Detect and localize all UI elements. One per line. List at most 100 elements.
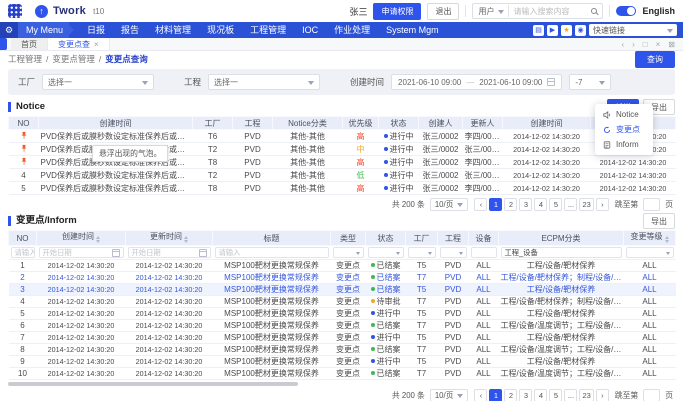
notice-table-row[interactable]: PVD保养后或膜秒数设定标准保养后或膜秒... T6 PVD 其他-其他 高 进… (9, 130, 676, 143)
nav-item[interactable]: 报告 (113, 22, 147, 38)
notice-table-row[interactable]: 5 PVD保养后或膜秒数设定标准保养后或膜秒... T8 PVD 其他-其他 高… (9, 182, 676, 195)
prev-tab-icon[interactable]: ‹ (621, 40, 624, 49)
factory-select[interactable]: 选择一 (42, 74, 154, 90)
pager-prev-button[interactable]: ‹ (474, 198, 487, 211)
ecpm-filter-input[interactable]: 工程_设备 (501, 247, 622, 258)
nav-item[interactable]: IOC (294, 22, 326, 38)
pager-next-button[interactable]: › (596, 198, 609, 211)
notice-title-cell[interactable]: PVD保养后或膜秒数设定标准保养后或膜秒... (39, 130, 193, 143)
nav-item[interactable]: System Mgm (378, 22, 447, 38)
restore-icon[interactable]: □ (643, 40, 648, 49)
tab-change-query[interactable]: 变更点查 × (48, 38, 110, 50)
page-button[interactable]: 4 (534, 389, 547, 401)
page-button[interactable]: 5 (549, 198, 562, 211)
change-table-row[interactable]: 4 2014-12-02 14:30:20 2014-12-02 14:30:2… (9, 296, 676, 308)
menu-item-inform[interactable]: Inform (595, 137, 653, 152)
nav-item[interactable]: 材料管理 (147, 22, 199, 38)
factory-filter-select[interactable] (408, 247, 436, 258)
message-icon[interactable]: ▤ (533, 25, 544, 36)
pager-prev-button[interactable]: ‹ (474, 389, 487, 401)
my-menu-button[interactable]: My Menu (18, 22, 69, 38)
sort-icon[interactable] (184, 234, 188, 245)
title-cell[interactable]: MSP100靶材更换常规保养 (213, 272, 331, 284)
gear-icon[interactable]: ⚙ (0, 22, 18, 38)
page-size-select[interactable]: 10/页 (430, 389, 469, 401)
equipment-filter-input[interactable] (471, 247, 497, 258)
change-table-row[interactable]: 8 2014-12-02 14:30:20 2014-12-02 14:30:2… (9, 344, 676, 356)
export-button[interactable]: 导出 (643, 213, 675, 229)
title-cell[interactable]: MSP100靶材更换常规保养 (213, 344, 331, 356)
apply-permission-button[interactable]: 申请权限 (373, 3, 421, 20)
play-icon[interactable]: ▶ (547, 25, 558, 36)
notice-title-cell[interactable]: PVD保养后或膜秒数设定标准保养后或膜秒... (39, 169, 193, 182)
close-tab-icon[interactable]: × (656, 40, 661, 49)
language-toggle[interactable] (616, 6, 636, 16)
global-search[interactable]: 用户 请输入搜索内容 (472, 3, 603, 19)
level-filter-select[interactable] (626, 247, 674, 258)
title-cell[interactable]: MSP100靶材更换常规保养 (213, 284, 331, 296)
change-table-row[interactable]: 1 2014-12-02 14:30:20 2014-12-02 14:30:2… (9, 260, 676, 272)
breadcrumb-item[interactable]: 变更点管理 (52, 53, 95, 65)
title-cell[interactable]: MSP100靶材更换常规保养 (213, 368, 331, 380)
page-button[interactable]: ... (564, 198, 577, 211)
page-button[interactable]: ... (564, 389, 577, 401)
title-filter-input[interactable]: 请输入 (215, 247, 329, 258)
range-preset-select[interactable]: -7 (569, 74, 611, 90)
change-table-row[interactable]: 9 2014-12-02 14:30:20 2014-12-02 14:30:2… (9, 356, 676, 368)
page-button[interactable]: 3 (519, 198, 532, 211)
type-filter-select[interactable] (333, 247, 364, 258)
close-icon[interactable]: × (94, 40, 99, 49)
star-icon[interactable]: ★ (561, 25, 572, 36)
change-table-row[interactable]: 5 2014-12-02 14:30:20 2014-12-02 14:30:2… (9, 308, 676, 320)
menu-item-notice[interactable]: Notice (595, 107, 653, 122)
nav-item[interactable]: 日报 (79, 22, 113, 38)
sort-icon[interactable] (665, 234, 669, 245)
pager-next-button[interactable]: › (596, 389, 609, 401)
page-button[interactable]: 2 (504, 389, 517, 401)
menu-item-change-point[interactable]: 变更点 (595, 122, 653, 137)
nav-item[interactable]: 现况板 (199, 22, 242, 38)
title-cell[interactable]: MSP100靶材更换常规保养 (213, 320, 331, 332)
title-cell[interactable]: MSP100靶材更换常规保养 (213, 296, 331, 308)
page-button[interactable]: 23 (579, 198, 593, 211)
change-table-row[interactable]: 6 2014-12-02 14:30:20 2014-12-02 14:30:2… (9, 320, 676, 332)
title-cell[interactable]: MSP100靶材更换常规保养 (213, 332, 331, 344)
logout-button[interactable]: 退出 (427, 3, 459, 20)
close-all-icon[interactable]: ⊠ (668, 40, 675, 49)
change-table-row[interactable]: 7 2014-12-02 14:30:20 2014-12-02 14:30:2… (9, 332, 676, 344)
no-filter-input[interactable]: 请输入 (11, 247, 35, 258)
next-tab-icon[interactable]: › (632, 40, 635, 49)
title-cell[interactable]: MSP100靶材更换常规保养 (213, 308, 331, 320)
process-filter-select[interactable] (440, 247, 467, 258)
change-table-row[interactable]: 3 2014-12-02 14:30:20 2014-12-02 14:30:2… (9, 284, 676, 296)
page-jump-input[interactable] (643, 198, 660, 211)
title-cell[interactable]: MSP100靶材更换常规保养 (213, 356, 331, 368)
page-size-select[interactable]: 10/页 (430, 198, 469, 211)
created-filter-input[interactable]: 开始日期 (39, 247, 124, 258)
change-table-row[interactable]: 10 2014-12-02 14:30:20 2014-12-02 14:30:… (9, 368, 676, 380)
page-button[interactable]: 3 (519, 389, 532, 401)
notice-title-cell[interactable]: PVD保养后或膜秒数设定标准保养后或膜秒... (39, 182, 193, 195)
nav-item[interactable]: 作业处理 (326, 22, 378, 38)
date-range-picker[interactable]: 2021-06-10 09:00 — 2021-06-10 09:00 (391, 74, 562, 90)
breadcrumb-item[interactable]: 工程管理 (8, 53, 42, 65)
page-button[interactable]: 23 (579, 389, 593, 401)
process-select[interactable]: 选择一 (208, 74, 320, 90)
page-button[interactable]: 2 (504, 198, 517, 211)
change-table-row[interactable]: 2 2014-12-02 14:30:20 2014-12-02 14:30:2… (9, 272, 676, 284)
page-button[interactable]: 4 (534, 198, 547, 211)
tab-home[interactable]: 首页 (11, 38, 48, 50)
search-scope-select[interactable]: 用户 (478, 6, 494, 17)
status-filter-select[interactable] (368, 247, 404, 258)
search-icon[interactable] (591, 8, 597, 14)
nav-item[interactable]: 工程管理 (242, 22, 294, 38)
notice-table-row[interactable]: 4 PVD保养后或膜秒数设定标准保养后或膜秒... T2 PVD 其他-其他 低… (9, 169, 676, 182)
page-button[interactable]: 1 (489, 198, 502, 211)
apps-grid-icon[interactable] (8, 4, 22, 18)
sort-icon[interactable] (96, 234, 100, 245)
quick-link-select[interactable]: 快速链接 (589, 24, 677, 36)
updated-filter-input[interactable]: 开始日期 (128, 247, 211, 258)
search-input[interactable]: 请输入搜索内容 (513, 6, 587, 17)
target-icon[interactable]: ◉ (575, 25, 586, 36)
title-cell[interactable]: MSP100靶材更换常规保养 (213, 260, 331, 272)
